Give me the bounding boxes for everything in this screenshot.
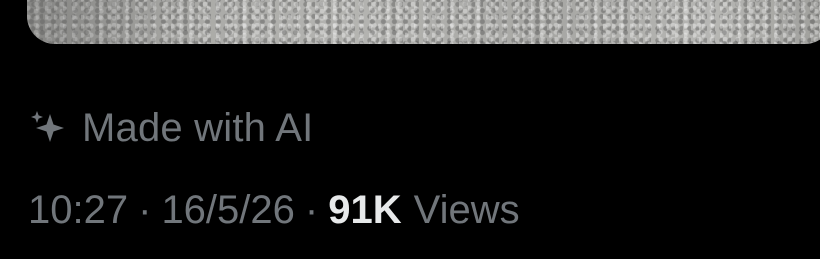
sparkle-icon bbox=[31, 111, 64, 142]
post-date[interactable]: 16/5/26 bbox=[161, 188, 294, 233]
post-meta: 10:27 · 16/5/26 · 91K Views bbox=[28, 186, 520, 234]
post-time[interactable]: 10:27 bbox=[28, 188, 128, 233]
meta-separator: · bbox=[138, 187, 152, 232]
made-with-ai-label[interactable]: Made with AI bbox=[28, 104, 313, 152]
views-label[interactable]: Views bbox=[414, 188, 520, 233]
ai-label-text: Made with AI bbox=[82, 105, 314, 150]
views-count[interactable]: 91K bbox=[328, 188, 401, 233]
media-shading bbox=[27, 0, 207, 44]
post-media-image[interactable] bbox=[27, 0, 820, 44]
meta-separator: · bbox=[304, 187, 319, 232]
